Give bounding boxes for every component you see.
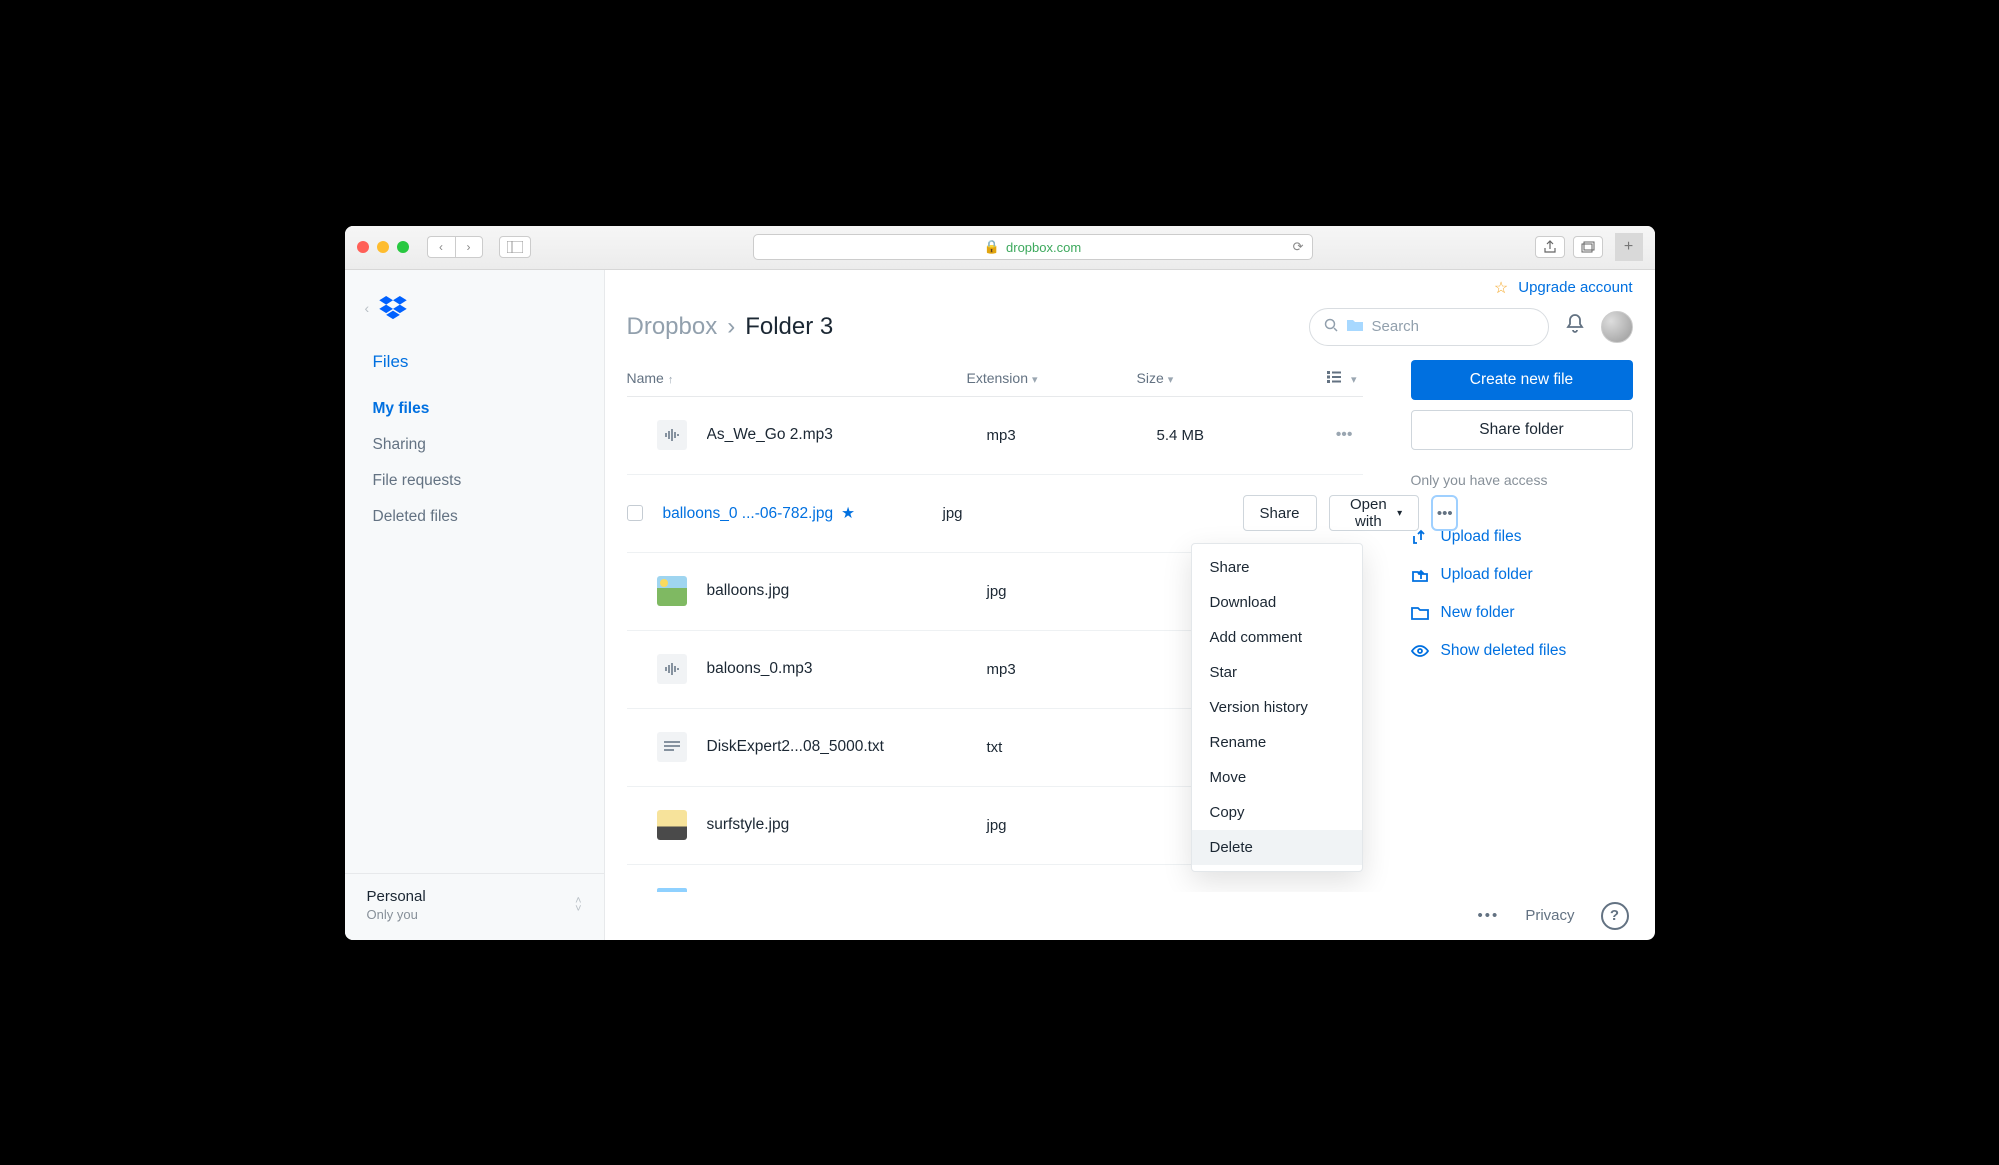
lock-icon: 🔒 [984, 239, 1000, 255]
create-new-file-button[interactable]: Create new file [1411, 360, 1633, 400]
share-button[interactable] [1535, 236, 1565, 258]
sidebar-item-sharing[interactable]: Sharing [373, 436, 576, 454]
show-deleted-link[interactable]: Show deleted files [1411, 642, 1633, 660]
view-options-button[interactable]: ▾ [1267, 370, 1363, 386]
breadcrumb: Dropbox › Folder 3 [627, 313, 834, 341]
breadcrumb-root[interactable]: Dropbox [627, 313, 718, 341]
context-menu: ShareDownloadAdd commentStarVersion hist… [1191, 543, 1363, 872]
updown-icon: ˄˅ [575, 897, 581, 913]
file-extension: mp3 [987, 661, 1157, 678]
file-name[interactable]: baloons_0.mp3 [707, 660, 987, 678]
column-extension[interactable]: Extension▾ [967, 370, 1137, 386]
file-extension: jpg [943, 505, 1113, 522]
image-thumbnail [657, 576, 687, 606]
audio-icon [657, 654, 687, 684]
chevron-right-icon: › [727, 313, 735, 341]
menu-item-star[interactable]: Star [1192, 655, 1362, 690]
share-button[interactable]: Share [1243, 495, 1317, 531]
file-extension: jpg [987, 583, 1157, 600]
file-name[interactable]: balloons_0 ...-06-782.jpg★ [663, 504, 943, 523]
file-name[interactable]: As_We_Go 2.mp3 [707, 426, 987, 444]
table-row[interactable]: balloons_0 ...-06-782.jpg★jpg Share Open… [627, 475, 1363, 553]
chevron-down-icon: ▾ [1168, 374, 1174, 386]
sidebar-heading[interactable]: Files [345, 340, 604, 384]
more-actions-button[interactable]: ••• [1336, 426, 1363, 444]
image-thumbnail [657, 810, 687, 840]
privacy-link[interactable]: Privacy [1525, 907, 1574, 924]
sidebar-item-file-requests[interactable]: File requests [373, 472, 576, 490]
chevron-down-icon: ▾ [1351, 374, 1357, 386]
folder-icon [657, 888, 687, 892]
column-name[interactable]: Name↑ [627, 370, 967, 386]
avatar[interactable] [1601, 311, 1633, 343]
search-icon [1324, 318, 1338, 336]
audio-icon [657, 420, 687, 450]
sidebar-toggle-button[interactable] [499, 236, 531, 258]
collapse-sidebar-icon[interactable]: ‹ [365, 300, 370, 316]
table-row[interactable]: As_We_Go 2.mp3mp35.4 MB ••• [627, 397, 1363, 475]
menu-item-download[interactable]: Download [1192, 585, 1362, 620]
forward-button[interactable]: › [455, 236, 483, 258]
right-panel: Create new file Share folder Only you ha… [1411, 360, 1633, 892]
reload-icon[interactable]: ⟳ [1293, 239, 1304, 255]
menu-item-rename[interactable]: Rename [1192, 725, 1362, 760]
breadcrumb-current: Folder 3 [745, 313, 833, 341]
chevron-down-icon: ▾ [1032, 374, 1038, 386]
account-sub: Only you [367, 907, 426, 922]
back-button[interactable]: ‹ [427, 236, 455, 258]
starred-icon: ★ [841, 505, 855, 522]
upgrade-account-link[interactable]: Upgrade account [1518, 279, 1632, 296]
search-placeholder: Search [1372, 318, 1420, 335]
new-tab-button[interactable]: + [1615, 233, 1643, 261]
sidebar-item-deleted-files[interactable]: Deleted files [373, 508, 576, 526]
new-folder-link[interactable]: New folder [1411, 604, 1633, 622]
more-actions-button[interactable]: ••• [1431, 495, 1458, 531]
sidebar: ‹ Files My files Sharing File requests D… [345, 270, 605, 940]
menu-item-version-history[interactable]: Version history [1192, 690, 1362, 725]
notifications-icon[interactable] [1565, 313, 1585, 340]
file-name[interactable]: balloons.jpg [707, 582, 987, 600]
row-checkbox[interactable] [627, 505, 643, 521]
text-icon [657, 732, 687, 762]
file-size: 5.4 MB [1157, 427, 1287, 444]
dropbox-logo[interactable] [379, 296, 407, 320]
sidebar-item-my-files[interactable]: My files [373, 400, 576, 418]
folder-scope-icon [1346, 318, 1364, 336]
account-switcher[interactable]: Personal Only you ˄˅ [345, 873, 604, 940]
window-controls [357, 241, 409, 253]
menu-item-delete[interactable]: Delete [1192, 830, 1362, 865]
upload-folder-link[interactable]: Upload folder [1411, 566, 1633, 584]
menu-item-move[interactable]: Move [1192, 760, 1362, 795]
search-input[interactable]: Search [1309, 308, 1549, 346]
help-icon[interactable]: ? [1601, 902, 1629, 930]
table-header: Name↑ Extension▾ Size▾ ▾ [627, 360, 1363, 397]
url-text: dropbox.com [1006, 240, 1081, 255]
column-size[interactable]: Size▾ [1137, 370, 1267, 386]
menu-item-share[interactable]: Share [1192, 550, 1362, 585]
close-window-icon[interactable] [357, 241, 369, 253]
url-bar[interactable]: 🔒 dropbox.com ⟳ [753, 234, 1313, 260]
file-name[interactable]: surfstyle.jpg [707, 816, 987, 834]
browser-titlebar: ‹ › 🔒 dropbox.com ⟳ + [345, 226, 1655, 270]
account-plan: Personal [367, 888, 426, 905]
open-with-button[interactable]: Open with ▾ [1329, 495, 1420, 531]
star-icon: ☆ [1494, 278, 1508, 298]
file-name[interactable]: DiskExpert2...08_5000.txt [707, 738, 987, 756]
minimize-window-icon[interactable] [377, 241, 389, 253]
maximize-window-icon[interactable] [397, 241, 409, 253]
file-extension: mp3 [987, 427, 1157, 444]
footer-more-icon[interactable]: ••• [1478, 907, 1500, 924]
access-text: Only you have access [1411, 472, 1633, 488]
file-extension: jpg [987, 817, 1157, 834]
share-folder-button[interactable]: Share folder [1411, 410, 1633, 450]
tabs-button[interactable] [1573, 236, 1603, 258]
sort-asc-icon: ↑ [668, 374, 674, 386]
menu-item-copy[interactable]: Copy [1192, 795, 1362, 830]
file-extension: txt [987, 739, 1157, 756]
menu-item-add-comment[interactable]: Add comment [1192, 620, 1362, 655]
